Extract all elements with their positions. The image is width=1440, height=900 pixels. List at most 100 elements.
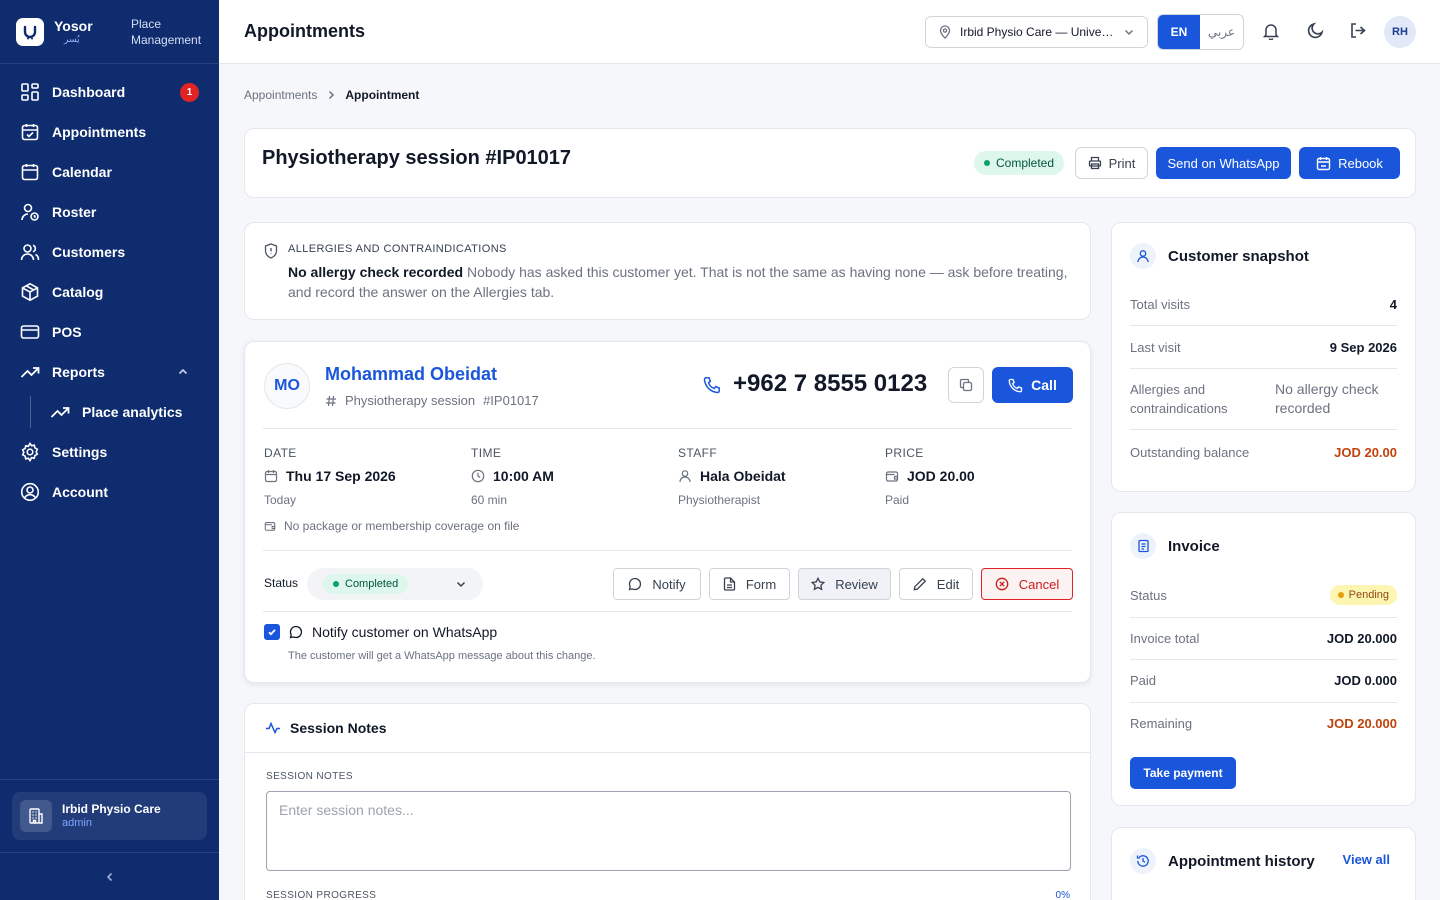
sidebar-item-roster[interactable]: Roster [0,192,219,232]
sidebar-item-dashboard[interactable]: Dashboard 1 [0,72,219,112]
rebook-button[interactable]: Rebook [1299,147,1400,179]
location-select-value: Irbid Physio Care — University Street [960,25,1115,39]
hash-icon [326,395,336,406]
copy-phone-button[interactable] [948,367,984,403]
send-whatsapp-button[interactable]: Send on WhatsApp [1156,147,1291,179]
notify-whatsapp-help: The customer will get a WhatsApp message… [288,650,596,662]
sidebar-item-customers[interactable]: Customers [0,232,219,272]
notification-badge: 1 [180,83,199,102]
sidebar-item-settings[interactable]: Settings [0,432,219,472]
date-value: Thu 17 Sep 2026 [286,468,396,484]
activity-icon [266,721,280,735]
edit-button[interactable]: Edit [899,568,973,600]
collapse-sidebar-button[interactable] [0,852,219,900]
logout-icon[interactable] [1349,22,1367,39]
sidebar-item-account[interactable]: Account [0,472,219,512]
sidebar-item-label: Customers [52,244,126,260]
cancel-appointment-button[interactable]: Cancel [981,568,1073,600]
last-visit-row: Last visit 9 Sep 2026 [1130,340,1397,355]
customer-name-link[interactable]: Mohammad Obeidat [325,364,497,385]
form-button[interactable]: Form [709,568,790,600]
view-all-history-link[interactable]: View all [1343,852,1390,867]
total-visits-row: Total visits 4 [1130,297,1397,312]
sidebar-item-calendar[interactable]: Calendar [0,152,219,192]
price-label: PRICE [885,446,924,460]
service-name: Physiotherapy session [345,393,476,408]
appointment-code: #IP01017 [483,393,539,408]
shield-icon [264,243,278,259]
chevron-right-icon [329,90,335,100]
invoice-header: Invoice [1130,533,1220,559]
top-header: Appointments Irbid Physio Care — Univers… [219,0,1440,64]
date-label: DATE [264,446,297,460]
customer-phone: +962 7 8555 0123 [733,370,928,397]
sidebar-item-label: Roster [52,204,97,220]
invoice-status-row: Status Pending [1130,585,1397,605]
breadcrumb-parent-link[interactable]: Appointments [244,88,317,102]
divider [1130,325,1397,326]
price-field: PRICE JOD 20.00 Paid [885,446,1085,507]
session-progress-label: SESSION PROGRESS [266,890,377,900]
notify-whatsapp-toggle[interactable]: Notify customer on WhatsApp [264,624,497,640]
notify-button[interactable]: Notify [613,568,701,600]
invoice-paid-value: JOD 0.000 [1334,673,1397,688]
chevron-left-icon [106,872,112,881]
price-sub: Paid [885,493,910,507]
status-select-label: Completed [345,578,399,590]
review-button-label: Review [835,576,878,592]
notify-button-label: Notify [652,576,686,592]
wallet-icon [885,471,899,482]
date-sub: Today [264,493,297,507]
sidebar-item-catalog[interactable]: Catalog [0,272,219,312]
session-notes-input[interactable] [266,791,1071,871]
review-button[interactable]: Review [798,568,891,600]
take-payment-button[interactable]: Take payment [1130,757,1236,789]
divider [1130,429,1397,430]
sidebar-item-appointments[interactable]: Appointments [0,112,219,152]
place-name: Irbid Physio Care [62,802,161,816]
user-avatar[interactable]: RH [1384,16,1416,48]
divider [1130,617,1397,618]
sidebar-item-place-analytics[interactable]: Place analytics [0,392,219,432]
sidebar-item-label: Account [52,484,108,500]
customer-snapshot-card: Customer snapshot Total visits 4 Last vi… [1111,222,1416,492]
appointment-history-card: Appointment history View all [1111,827,1416,900]
appointment-detail-card: MO Mohammad Obeidat Physiotherapy sessio… [244,341,1091,683]
calendar-icon [21,164,39,181]
trending-up-icon [20,367,40,378]
status-select[interactable]: Completed [307,568,483,600]
time-label: TIME [471,446,502,460]
credit-card-icon [20,325,40,339]
status-label: Status [264,576,299,590]
send-whatsapp-label: Send on WhatsApp [1167,155,1280,171]
chevron-up-icon[interactable] [177,366,189,378]
sidebar-item-pos[interactable]: POS [0,312,219,352]
time-sub: 60 min [471,493,508,507]
divider [263,550,1072,551]
yosor-logo-icon[interactable] [16,17,44,46]
session-notes-card: Session Notes SESSION NOTES SESSION PROG… [244,703,1091,900]
calendar-check-icon [21,124,39,141]
lang-ar-button[interactable]: عربي [1200,15,1243,49]
appointment-subtitle: Physiotherapy session #IP01017 [325,393,539,408]
divider [1130,368,1397,369]
print-button[interactable]: Print [1075,147,1148,179]
moon-icon[interactable] [1307,22,1324,39]
user-icon [1130,243,1156,269]
lang-en-button[interactable]: EN [1158,15,1200,49]
bell-icon[interactable] [1263,22,1279,40]
divider [1130,659,1397,660]
notify-whatsapp-checkbox[interactable] [264,624,280,640]
message-circle-icon [628,577,642,591]
place-switcher[interactable]: Irbid Physio Care admin [12,792,207,840]
sidebar-item-reports[interactable]: Reports [0,352,219,392]
last-visit-label: Last visit [1130,340,1181,355]
status-select-value: Completed [323,574,409,594]
status-badge: Completed [974,151,1065,175]
call-button[interactable]: Call [992,367,1073,403]
building-icon [20,800,52,832]
breadcrumb-current: Appointment [345,88,420,102]
brand-name: Yosor [54,18,93,34]
location-select[interactable]: Irbid Physio Care — University Street [925,16,1148,48]
customer-snapshot-header: Customer snapshot [1130,243,1309,269]
